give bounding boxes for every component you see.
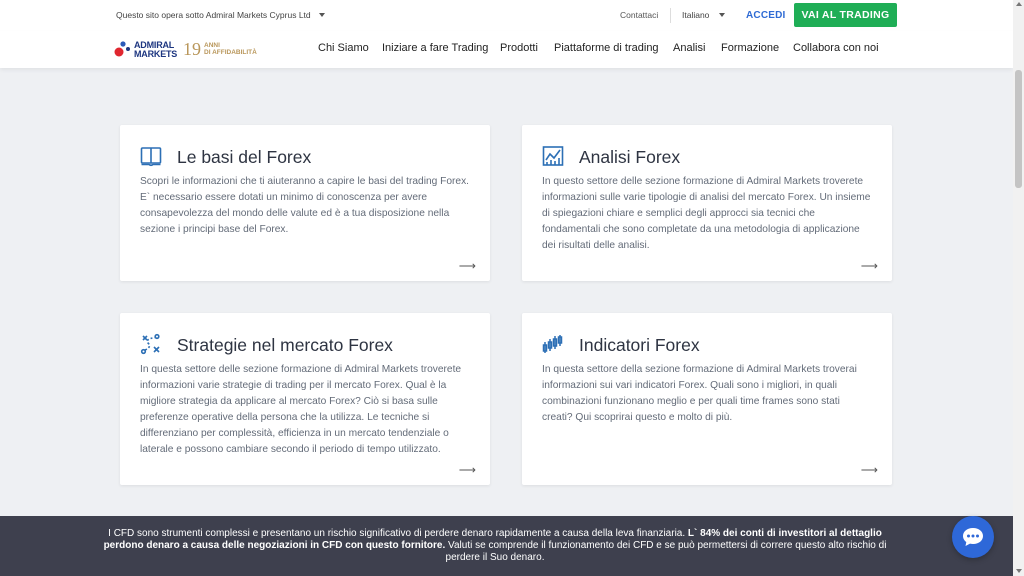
card-description: Scopri le informazioni che ti aiuteranno… xyxy=(140,176,470,235)
language-selector[interactable]: Italiano xyxy=(682,10,726,20)
login-link[interactable]: ACCEDI xyxy=(746,10,786,21)
main-navigation: ADMIRAL MARKETS 19 ANNI DI AFFIDABILITÀ … xyxy=(0,31,1013,68)
card-description: In questo settore delle sezione formazio… xyxy=(542,176,871,251)
risk-text-part3: Valuti se comprende il funzionamento dei… xyxy=(445,540,887,563)
candlestick-icon xyxy=(542,335,563,353)
card-forex-strategies[interactable]: Strategie nel mercato Forex In questa se… xyxy=(120,313,490,485)
language-label: Italiano xyxy=(682,10,710,20)
book-icon xyxy=(140,147,162,167)
start-trading-button[interactable]: VAI AL TRADING xyxy=(794,3,897,27)
chevron-down-icon xyxy=(719,13,726,17)
logo-years-text: ANNI DI AFFIDABILITÀ xyxy=(204,42,257,56)
risk-warning-text: I CFD sono strumenti complessi e present… xyxy=(100,528,890,564)
scrollbar-thumb[interactable] xyxy=(1015,70,1022,188)
strategy-icon xyxy=(140,333,160,355)
nav-item-prodotti[interactable]: Prodotti xyxy=(500,42,538,54)
scroll-up-arrow-icon[interactable] xyxy=(1016,2,1022,6)
card-description: In questa settore della sezione formazio… xyxy=(542,364,857,423)
nav-item-collabora[interactable]: Collabora con noi xyxy=(793,42,879,54)
card-title: Indicatori Forex xyxy=(579,335,700,355)
top-utility-bar: Questo sito opera sotto Admiral Markets … xyxy=(0,0,1013,32)
logo-years-line2: DI AFFIDABILITÀ xyxy=(204,49,257,56)
card-title: Strategie nel mercato Forex xyxy=(177,335,393,355)
arrow-right-icon[interactable]: ⟶ xyxy=(861,259,878,273)
divider xyxy=(670,8,671,23)
nav-item-piattaforme[interactable]: Piattaforme di trading xyxy=(554,42,659,54)
entity-selector[interactable]: Questo sito opera sotto Admiral Markets … xyxy=(116,10,325,20)
admiral-markets-logo[interactable]: ADMIRAL MARKETS 19 ANNI DI AFFIDABILITÀ xyxy=(114,39,259,60)
logo-years-line1: ANNI xyxy=(204,42,220,49)
scroll-down-arrow-icon[interactable] xyxy=(1016,569,1022,573)
chart-icon xyxy=(542,146,564,166)
logo-line2: MARKETS xyxy=(134,49,178,59)
card-description: In questa settore delle sezione formazio… xyxy=(140,364,462,455)
nav-item-iniziare-trading[interactable]: Iniziare a fare Trading xyxy=(382,42,488,54)
arrow-right-icon[interactable]: ⟶ xyxy=(459,463,476,477)
card-forex-analysis[interactable]: Analisi Forex In questo settore delle se… xyxy=(522,125,892,281)
card-title: Analisi Forex xyxy=(579,147,681,167)
nav-item-analisi[interactable]: Analisi xyxy=(673,42,705,54)
risk-warning-banner: I CFD sono strumenti complessi e present… xyxy=(0,516,1013,576)
logo-wordmark: ADMIRAL MARKETS xyxy=(134,41,177,59)
chat-bubble-icon xyxy=(963,528,983,546)
arrow-right-icon[interactable]: ⟶ xyxy=(861,463,878,477)
nav-item-chi-siamo[interactable]: Chi Siamo xyxy=(318,42,369,54)
risk-text-part1: I CFD sono strumenti complessi e present… xyxy=(108,528,688,539)
chevron-down-icon xyxy=(318,13,325,17)
card-title: Le basi del Forex xyxy=(177,147,312,167)
arrow-right-icon[interactable]: ⟶ xyxy=(459,259,476,273)
entity-label: Questo sito opera sotto Admiral Markets … xyxy=(116,10,311,20)
logo-dots-icon xyxy=(114,41,130,57)
card-forex-indicators[interactable]: Indicatori Forex In questa settore della… xyxy=(522,313,892,485)
logo-years: 19 xyxy=(183,39,201,59)
contact-link[interactable]: Contattaci xyxy=(620,10,658,20)
live-chat-button[interactable] xyxy=(952,516,994,558)
nav-item-formazione[interactable]: Formazione xyxy=(721,42,779,54)
card-forex-basics[interactable]: Le basi del Forex Scopri le informazioni… xyxy=(120,125,490,281)
